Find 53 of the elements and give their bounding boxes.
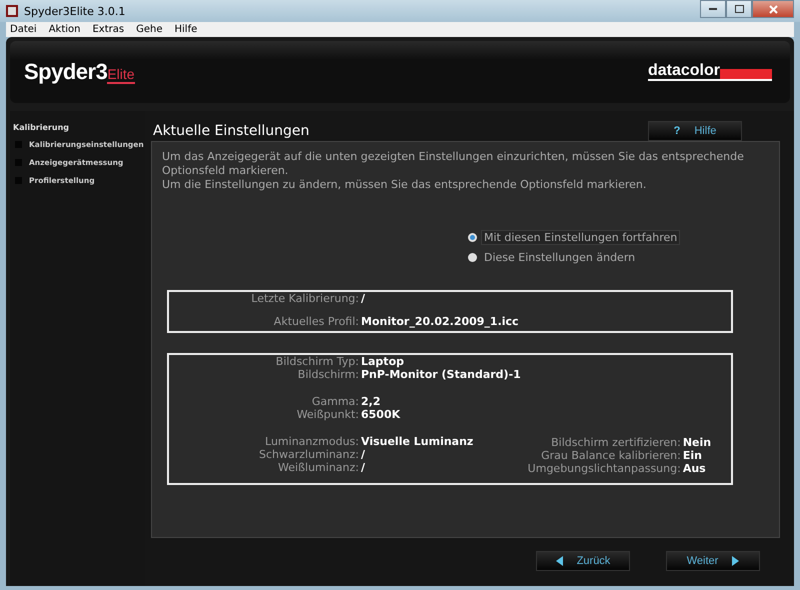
minimize-icon: [709, 8, 717, 10]
field-value: Nein: [682, 436, 712, 449]
menu-item[interactable]: Extras: [92, 24, 124, 35]
radio-button[interactable]: [468, 233, 477, 242]
maximize-button[interactable]: [726, 0, 752, 18]
field-value: /: [361, 292, 366, 305]
field-label: Bildschirm Typ:: [274, 355, 360, 368]
close-button[interactable]: [752, 0, 794, 18]
logo-subtext: Elite: [107, 66, 135, 84]
field-value: Laptop: [361, 355, 405, 368]
sidebar-heading: Kalibrierung: [13, 123, 70, 132]
menu-item[interactable]: Gehe: [136, 24, 162, 35]
field-label: Bildschirm zertifizieren:: [550, 436, 682, 449]
menu-item[interactable]: Datei: [10, 24, 37, 35]
field-label: Luminanzmodus:: [264, 435, 360, 448]
field-value: 6500K: [361, 408, 402, 421]
field-value: 2,2: [361, 395, 382, 408]
field-label: Bildschirm:: [296, 368, 360, 381]
next-button[interactable]: Weiter: [666, 551, 760, 571]
field-label: Aktuelles Profil:: [272, 315, 360, 328]
field-label: Letzte Kalibrierung:: [250, 292, 360, 305]
maximize-icon: [734, 5, 744, 13]
app-icon: [6, 5, 18, 17]
right-arrow-icon: [732, 556, 740, 566]
field-value: Monitor_20.02.2009_1.icc: [361, 315, 519, 328]
field-label: Weißpunkt:: [296, 408, 360, 421]
brand-bar-icon: [720, 69, 772, 79]
field-label: Schwarzluminanz:: [258, 448, 360, 461]
logo-text: Spyder3: [24, 59, 108, 85]
instruction-text: Um die Einstellungen zu ändern, müssen Sie das entsprechende Optionsfeld markieren.: [162, 178, 648, 192]
menu-item[interactable]: Aktion: [48, 24, 80, 35]
field-value: PnP-Monitor (Standard)-1: [361, 368, 521, 381]
left-arrow-icon: [556, 556, 563, 566]
field-value: /: [361, 448, 366, 461]
radio-option[interactable]: Diese Einstellungen ändern: [468, 251, 769, 264]
back-button[interactable]: Zurück: [536, 551, 630, 571]
window-title: Spyder3Elite 3.0.1: [24, 4, 126, 18]
field-value: Aus: [682, 462, 706, 475]
field-value: /: [361, 461, 366, 474]
field-value: Visuelle Luminanz: [361, 435, 474, 448]
help-button[interactable]: ? Hilfe: [648, 121, 742, 141]
field-label: Weißluminanz:: [277, 461, 360, 474]
radio-button[interactable]: [468, 253, 477, 262]
menu-item[interactable]: Hilfe: [174, 24, 198, 35]
field-label: Grau Balance kalibrieren:: [540, 449, 682, 462]
page-title: Aktuelle Einstellungen: [153, 123, 310, 141]
close-icon: [768, 4, 778, 14]
field-label: Umgebungslichtanpassung:: [526, 462, 682, 475]
brand-text: datacolor: [648, 63, 720, 79]
minimize-button[interactable]: [700, 0, 726, 18]
instruction-text: Um das Anzeigegerät auf die unten gezeigten Einstellungen einzurichten, müssen Sie das entsprechende Optionsfeld markieren.: [162, 150, 745, 178]
field-value: Ein: [682, 449, 702, 462]
field-label: Gamma:: [310, 395, 360, 408]
